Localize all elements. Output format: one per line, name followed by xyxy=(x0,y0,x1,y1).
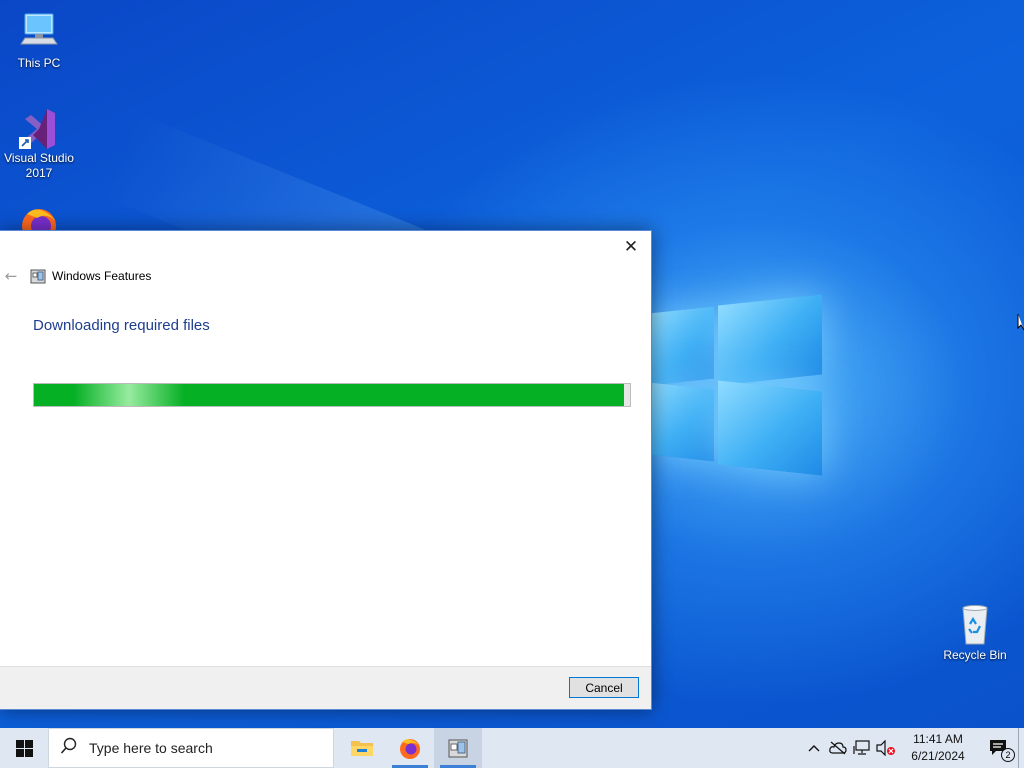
clock-time: 11:41 AM xyxy=(913,732,963,746)
progress-fill xyxy=(34,384,625,406)
network-button[interactable] xyxy=(850,728,874,768)
cloud-offline-icon xyxy=(829,741,847,755)
desktop-icon-recycle-bin[interactable]: Recycle Bin xyxy=(937,602,1013,663)
desktop-icon-label: This PC xyxy=(17,56,61,70)
cancel-button[interactable]: Cancel xyxy=(569,677,639,698)
computer-icon xyxy=(17,10,61,54)
windows-features-icon xyxy=(30,268,46,284)
dialog-title: Windows Features xyxy=(52,269,152,283)
windows-features-icon xyxy=(448,739,468,758)
show-desktop-button[interactable] xyxy=(1018,728,1024,768)
chevron-up-icon xyxy=(808,745,820,752)
firefox-icon xyxy=(400,739,420,759)
desktop-icon-this-pc[interactable]: This PC xyxy=(1,10,77,71)
visual-studio-icon xyxy=(17,105,61,149)
close-button[interactable]: ✕ xyxy=(617,235,645,259)
wallpaper-windows-logo xyxy=(650,290,825,480)
taskbar: Type here to search 11:41 AM 6/21/2024 2 xyxy=(0,728,1024,768)
onedrive-offline-button[interactable] xyxy=(826,728,850,768)
dialog-header: ← Windows Features xyxy=(0,265,152,287)
dialog-footer: Cancel xyxy=(0,666,651,709)
volume-muted-icon xyxy=(876,740,895,756)
windows-features-dialog: ✕ ← Windows Features Downloading require… xyxy=(0,230,652,710)
windows-logo-icon xyxy=(15,739,33,757)
download-progress-bar xyxy=(33,383,631,407)
recycle-bin-icon xyxy=(953,602,997,646)
desktop-icon-visual-studio[interactable]: Visual Studio 2017 xyxy=(1,105,77,181)
mouse-cursor-icon xyxy=(1017,313,1024,335)
back-arrow-icon: ← xyxy=(4,267,18,285)
network-icon xyxy=(853,740,870,755)
show-hidden-icons-button[interactable] xyxy=(802,728,826,768)
folder-icon xyxy=(351,741,373,756)
close-icon: ✕ xyxy=(623,237,639,257)
desktop-icon-label: Recycle Bin xyxy=(943,648,1007,662)
taskbar-app-file-explorer[interactable] xyxy=(338,728,386,768)
taskbar-clock[interactable]: 11:41 AM 6/21/2024 xyxy=(898,731,978,765)
taskbar-app-windows-features[interactable] xyxy=(434,728,482,768)
search-box[interactable]: Type here to search xyxy=(48,728,334,768)
taskbar-app-firefox[interactable] xyxy=(386,728,434,768)
volume-button[interactable] xyxy=(874,728,898,768)
start-button[interactable] xyxy=(0,728,48,768)
action-center-button[interactable]: 2 xyxy=(978,728,1018,768)
desktop-icon-label: Visual Studio 2017 xyxy=(4,151,74,180)
system-tray: 11:41 AM 6/21/2024 2 xyxy=(802,728,1024,768)
status-heading: Downloading required files xyxy=(33,317,210,334)
clock-date: 6/21/2024 xyxy=(911,749,965,763)
search-icon xyxy=(49,737,89,759)
search-placeholder: Type here to search xyxy=(89,740,213,756)
back-button[interactable]: ← xyxy=(0,267,22,285)
notification-count-badge: 2 xyxy=(1001,748,1015,762)
